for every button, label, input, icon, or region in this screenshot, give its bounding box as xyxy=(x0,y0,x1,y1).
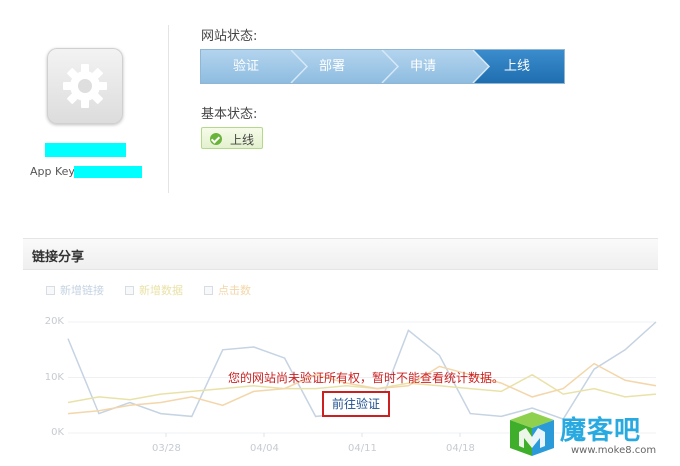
x-tick-label: 04/11 xyxy=(348,443,377,454)
watermark-text: 魔客吧 xyxy=(560,416,642,446)
y-tick-label: 20K xyxy=(44,316,64,327)
watermark-url: www.moke8.com xyxy=(571,445,657,456)
watermark-logo xyxy=(510,412,554,456)
unverified-notice: 您的网站尚未验证所有权，暂时不能查看统计数据。 xyxy=(228,371,505,385)
y-tick-label: 0K xyxy=(51,427,64,438)
x-tick-label: 03/28 xyxy=(152,443,181,454)
x-tick-label: 04/18 xyxy=(446,443,475,454)
x-tick-label: 04/04 xyxy=(250,443,279,454)
y-tick-label: 10K xyxy=(44,372,64,383)
go-verify-button[interactable]: 前往验证 xyxy=(322,391,390,417)
